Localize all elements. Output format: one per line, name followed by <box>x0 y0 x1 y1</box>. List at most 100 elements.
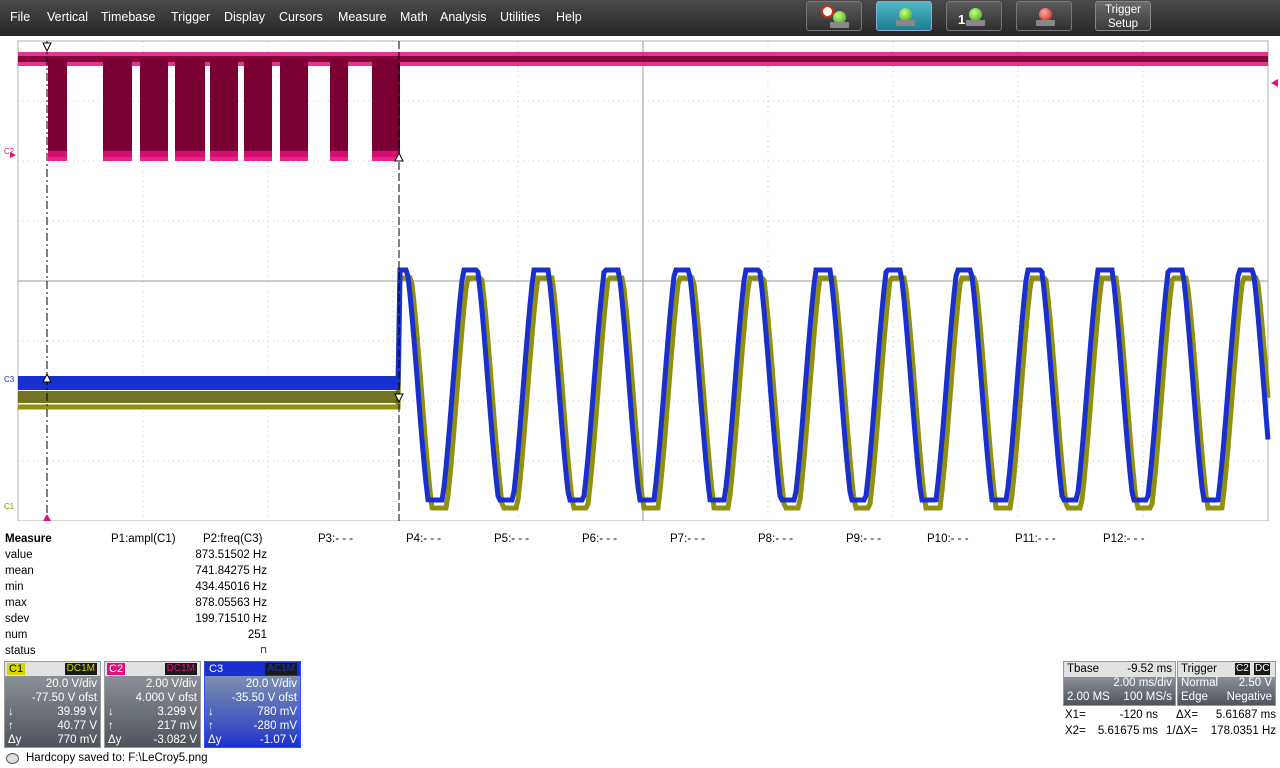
c2-burst-low <box>48 151 67 161</box>
c3-up-cursor-icon: ↑ <box>208 720 214 732</box>
trigger-setup-button[interactable]: Trigger Setup <box>1095 1 1151 31</box>
c2-descriptor[interactable]: C2 DC1M 2.00 V/div 4.000 V ofst ↓ 3.299 V… <box>104 661 201 748</box>
c2-edge-label: C2 <box>4 147 15 156</box>
c2-burst-low <box>210 151 238 161</box>
param-p10[interactable]: P10:- - - <box>927 533 969 545</box>
measure-title[interactable]: Measure <box>5 533 52 545</box>
menu-measure[interactable]: Measure <box>338 10 387 24</box>
param-p8[interactable]: P8:- - - <box>758 533 793 545</box>
param-p7[interactable]: P7:- - - <box>670 533 705 545</box>
trigger-coupling: DC <box>1254 663 1271 675</box>
c3-edge-label: C3 <box>4 375 15 384</box>
c2-burst <box>103 59 132 157</box>
status-bar: Hardcopy saved to: F:\LeCroy5.png <box>0 750 1280 768</box>
c3-dy-label: Δy <box>208 734 222 746</box>
menu-vertical[interactable]: Vertical <box>47 10 88 24</box>
waveform-display[interactable]: C2 C3 C1 <box>0 37 1280 522</box>
trigger-type: Edge <box>1181 691 1208 703</box>
cursor-x1-handle-icon <box>42 42 52 53</box>
menu-trigger[interactable]: Trigger <box>171 10 210 24</box>
p2-status-icon: ⊓ <box>259 645 267 655</box>
trigger-level-icon <box>1271 79 1278 87</box>
c1-dy-value: 770 mV <box>57 734 97 746</box>
param-p5[interactable]: P5:- - - <box>494 533 529 545</box>
normal-trigger-button[interactable] <box>876 1 932 31</box>
c2-dy-label: Δy <box>108 734 122 746</box>
menu-file[interactable]: File <box>10 10 30 24</box>
c1-coupling: DC1M <box>64 663 97 675</box>
c2-offset: 4.000 V ofst <box>135 692 197 704</box>
p2-value: 873.51502 Hz <box>195 549 267 561</box>
trigger-descriptor[interactable]: Trigger C2 DC Normal 2.50 V Edge Negativ… <box>1177 661 1276 706</box>
param-p4[interactable]: P4:- - - <box>406 533 441 545</box>
trigger-position-icon <box>43 514 51 521</box>
c3-coupling: AC1M <box>265 663 297 675</box>
c2-coupling: DC1M <box>164 663 197 675</box>
dx-value: 5.61687 ms <box>1215 709 1276 721</box>
c1-flat-band <box>18 391 400 403</box>
c1-vdiv: 20.0 V/div <box>45 678 97 690</box>
waveform-canvas <box>10 40 1278 522</box>
menu-timebase[interactable]: Timebase <box>101 10 155 24</box>
c3-down-cursor-icon: ↓ <box>208 706 214 718</box>
param-p6[interactable]: P6:- - - <box>582 533 617 545</box>
menu-math[interactable]: Math <box>400 10 428 24</box>
c1-descriptor[interactable]: C1 DC1M 20.0 V/div -77.50 V ofst ↓ 39.99 … <box>4 661 101 748</box>
auto-setup-button[interactable] <box>806 1 862 31</box>
menu-bar: File Vertical Timebase Trigger Display C… <box>0 0 1280 36</box>
c3-dy-value: -1.07 V <box>259 734 297 746</box>
param-p3[interactable]: P3:- - - <box>318 533 353 545</box>
lamp-base-icon <box>896 20 915 26</box>
c2-burst <box>372 59 400 157</box>
c2-burst-low <box>140 151 168 161</box>
single-trigger-button[interactable]: 1 <box>946 1 1002 31</box>
menu-help[interactable]: Help <box>556 10 582 24</box>
c1-tag: C1 <box>7 663 26 675</box>
timebase-descriptor[interactable]: Tbase -9.52 ms 2.00 ms/div 2.00 MS 100 M… <box>1063 661 1176 706</box>
param-p11[interactable]: P11:- - - <box>1015 533 1056 545</box>
inv-dx-value: 178.0351 Hz <box>1210 725 1276 737</box>
c2-down-cursor-icon: ↓ <box>108 706 114 718</box>
trigger-setup-line2: Setup <box>1107 18 1139 30</box>
stop-trigger-button[interactable] <box>1016 1 1072 31</box>
tbase-points: 2.00 MS <box>1067 691 1110 703</box>
c2-trace-core <box>18 56 1268 62</box>
x1-value: -120 ns <box>1119 709 1158 721</box>
c2-burst-low <box>175 151 205 161</box>
row-label-max: max <box>5 597 27 609</box>
c1-edge-label: C1 <box>4 502 15 511</box>
c2-burst <box>48 59 67 157</box>
c2-burst <box>330 59 348 157</box>
param-p1[interactable]: P1:ampl(C1) <box>111 533 176 545</box>
param-p2[interactable]: P2:freq(C3) <box>203 533 262 545</box>
param-p9[interactable]: P9:- - - <box>846 533 881 545</box>
x2-label: X2= <box>1065 725 1086 737</box>
c3-descriptor[interactable]: C3 AC1M 20.0 V/div -35.50 V ofst ↓ 780 mV… <box>204 661 301 748</box>
p2-sdev: 199.71510 Hz <box>195 613 267 625</box>
param-p12[interactable]: P12:- - - <box>1103 533 1145 545</box>
inv-dx-label: 1/ΔX= <box>1166 725 1198 737</box>
c2-up-cursor-icon: ↑ <box>108 720 114 732</box>
c2-burst <box>280 59 308 157</box>
trigger-mode: Normal <box>1181 677 1219 689</box>
row-label-value: value <box>5 549 33 561</box>
p2-num: 251 <box>247 629 267 641</box>
c2-burst <box>140 59 168 157</box>
c2-burst-low <box>244 151 272 161</box>
menu-analysis[interactable]: Analysis <box>440 10 487 24</box>
lamp-base-icon <box>1036 20 1055 26</box>
menu-utilities[interactable]: Utilities <box>500 10 540 24</box>
single-digit: 1 <box>958 12 966 27</box>
c3-down-value: 780 mV <box>257 706 297 718</box>
c2-tag: C2 <box>107 663 126 675</box>
c2-burst <box>244 59 272 157</box>
c1-up-cursor-icon: ↑ <box>8 720 14 732</box>
row-label-num: num <box>5 629 28 641</box>
tbase-label: Tbase <box>1067 663 1099 675</box>
lamp-base-icon <box>966 20 985 26</box>
menu-display[interactable]: Display <box>224 10 265 24</box>
row-label-status: status <box>5 645 36 657</box>
menu-cursors[interactable]: Cursors <box>279 10 323 24</box>
trigger-source: C2 <box>1235 663 1250 675</box>
trigger-setup-line1: Trigger <box>1105 4 1141 16</box>
